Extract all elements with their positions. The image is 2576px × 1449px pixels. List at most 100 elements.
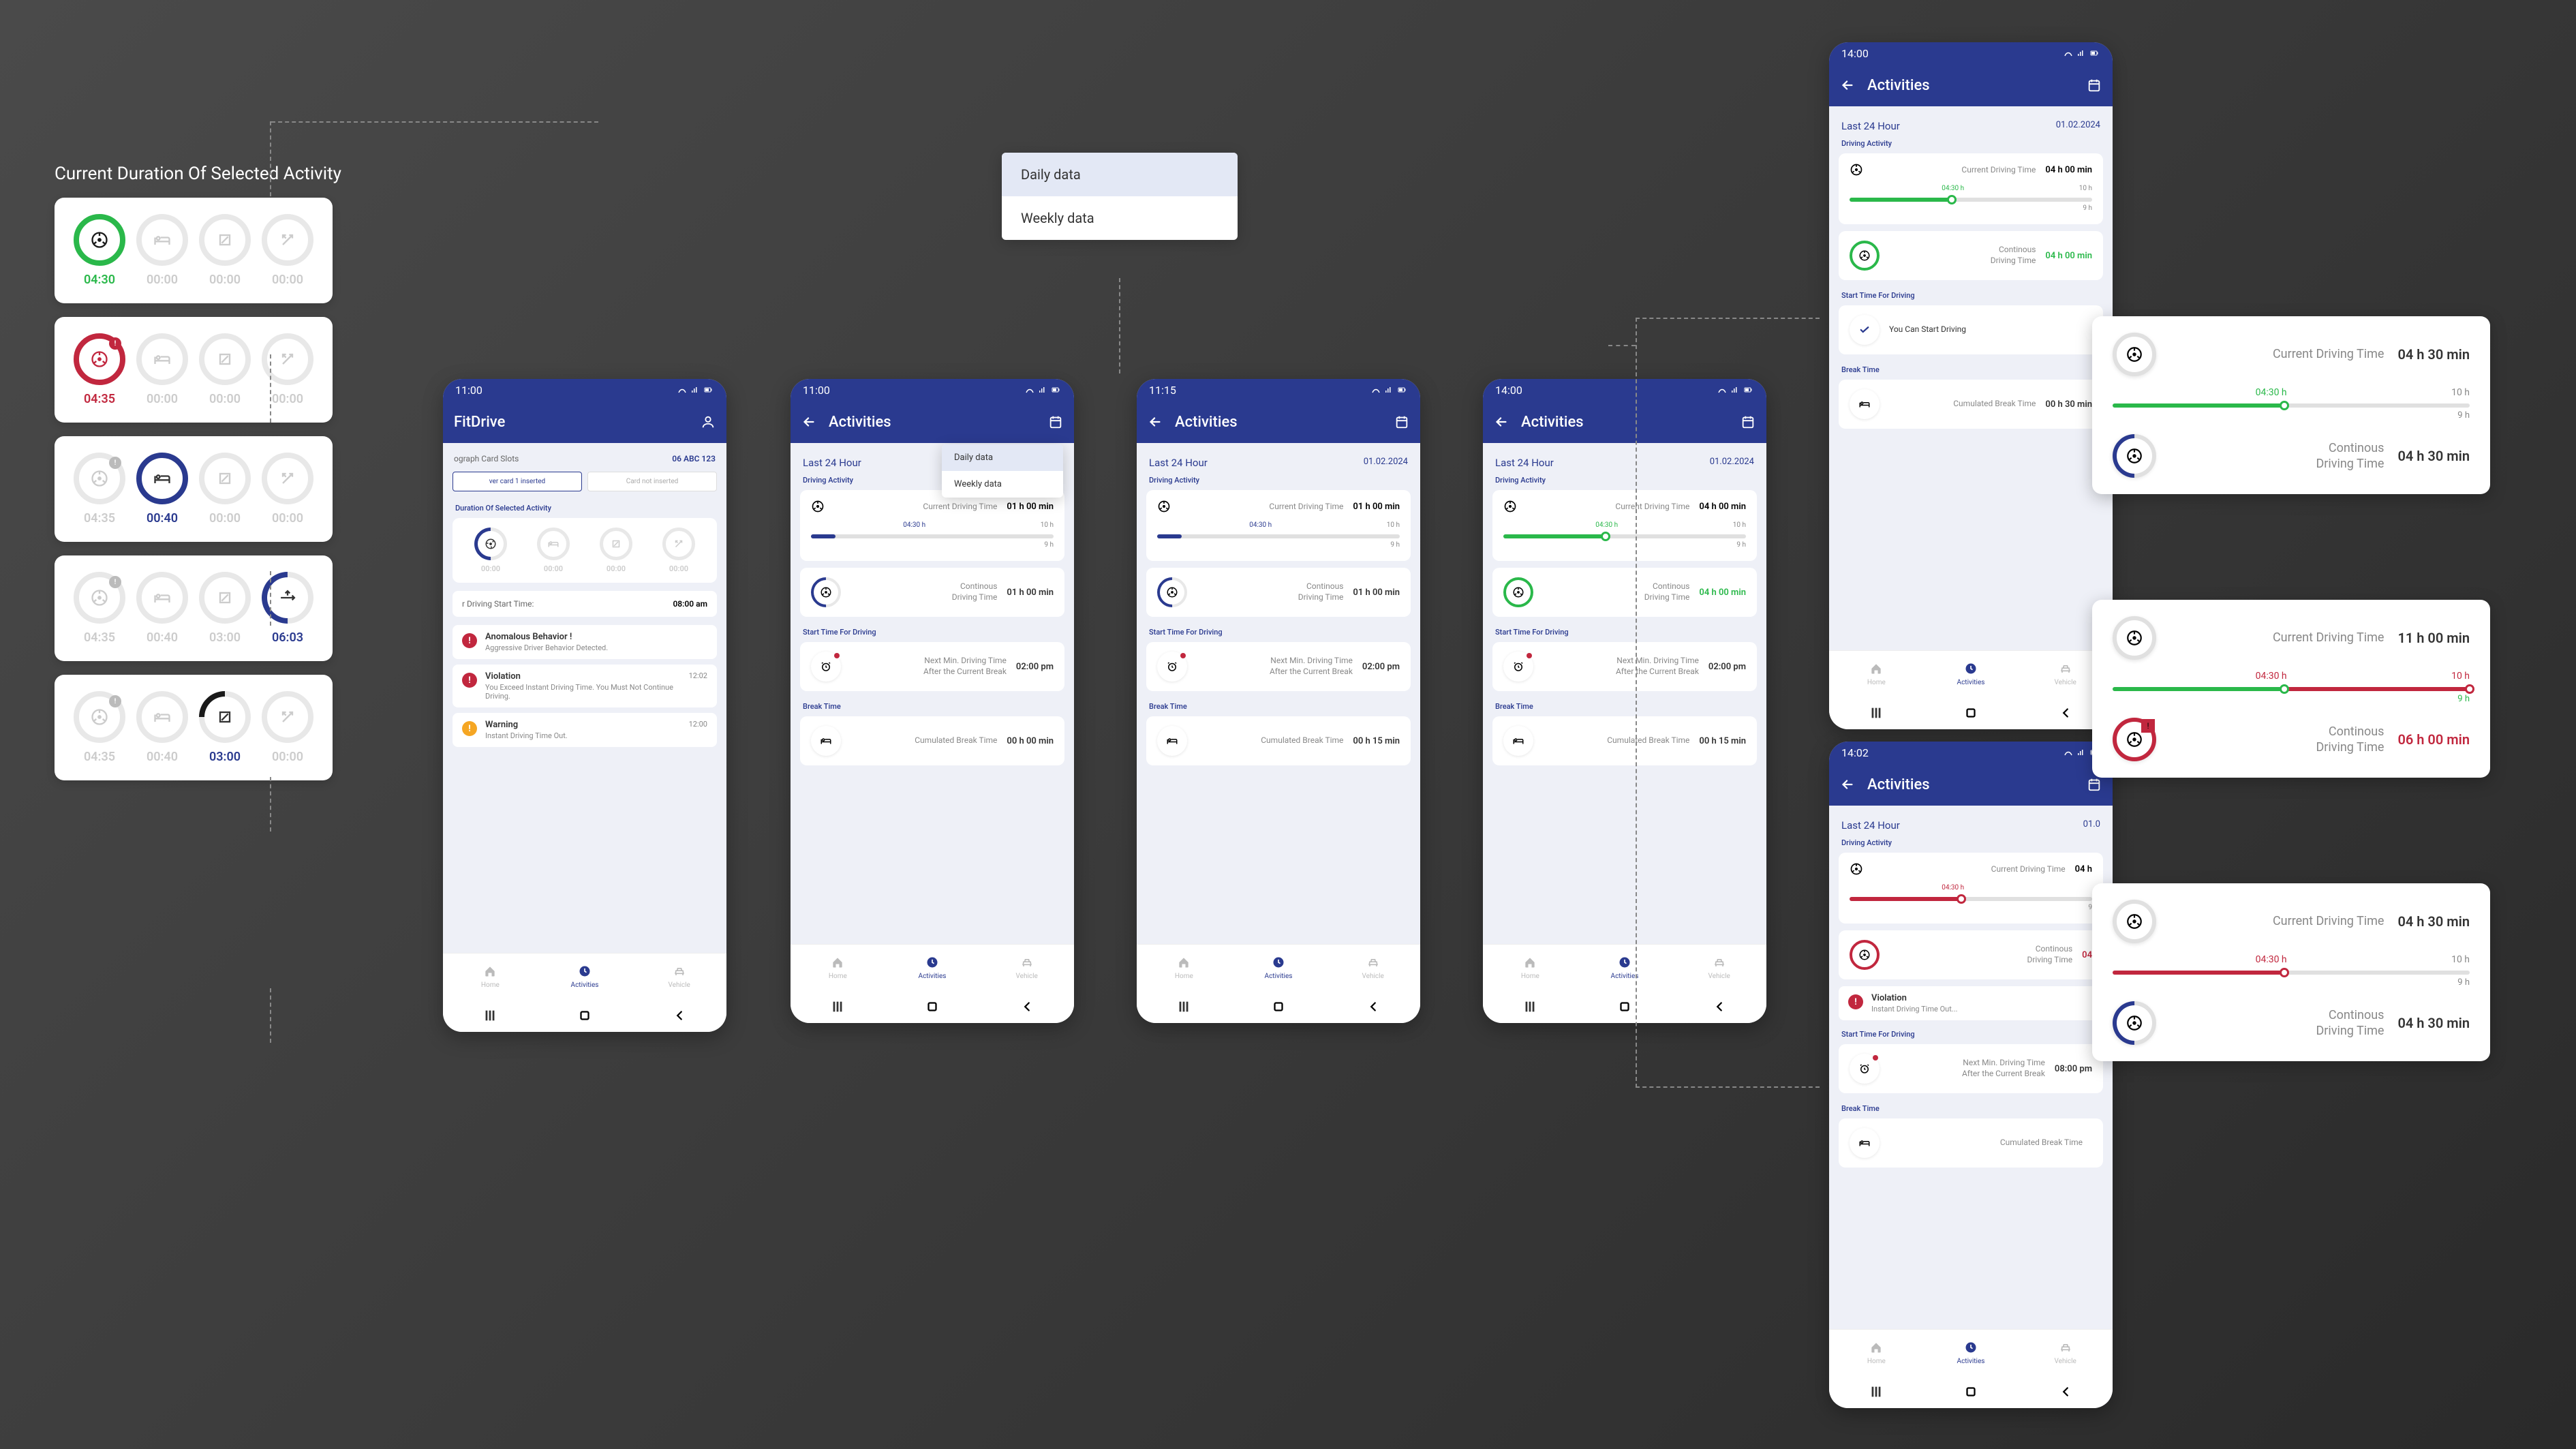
menu-daily[interactable]: Daily data [1002, 153, 1238, 196]
activity-ring [136, 572, 188, 624]
back-button[interactable] [1840, 78, 1855, 93]
slider-track[interactable] [2113, 403, 2470, 408]
tools-icon [277, 348, 298, 370]
nav-vehicle[interactable]: Vehicle [632, 954, 726, 999]
nav-home[interactable]: Home [1829, 1330, 1924, 1375]
nav-vehicle[interactable]: Vehicle [979, 945, 1074, 990]
wheel-icon[interactable] [467, 521, 514, 567]
nav-home[interactable]: Home [443, 954, 538, 999]
calendar-button[interactable] [2087, 78, 2102, 93]
activity-item[interactable]: ! 04:35 [74, 572, 125, 645]
card-slot-1[interactable]: ver card 1 inserted [453, 472, 582, 491]
nav-home[interactable]: Home [1829, 651, 1924, 697]
activity-item[interactable]: 03:00 [199, 691, 251, 764]
activity-item[interactable]: 00:40 [136, 572, 188, 645]
activity-item[interactable]: 04:30 [74, 214, 125, 287]
cdt-label: Current Driving Time [834, 502, 997, 511]
daily-weekly-menu[interactable]: Daily data Weekly data [1002, 153, 1238, 240]
nav-vehicle[interactable]: Vehicle [1672, 945, 1766, 990]
nav-activities[interactable]: Activities [885, 945, 980, 990]
calendar-button[interactable] [1394, 414, 1409, 429]
slider-track[interactable] [2113, 687, 2470, 691]
activity-item[interactable]: 00:00 [262, 214, 313, 287]
tools-icon[interactable] [662, 528, 695, 560]
nav-home[interactable]: Home [1137, 945, 1231, 990]
back-button[interactable] [1019, 999, 1034, 1014]
slider-track[interactable] [1503, 534, 1746, 538]
nav-activities[interactable]: Activities [1924, 1330, 2019, 1375]
recents-button[interactable] [482, 1008, 497, 1023]
activity-ring [199, 333, 251, 385]
activity-item[interactable]: 00:00 [136, 333, 188, 406]
activity-item[interactable]: ! 04:35 [74, 453, 125, 525]
menu-daily[interactable]: Daily data [942, 444, 1063, 471]
square-icon[interactable] [600, 528, 632, 560]
calendar-button[interactable] [2087, 777, 2102, 792]
back-button[interactable] [1712, 999, 1727, 1014]
daily-weekly-menu-inline[interactable]: Daily data Weekly data [942, 444, 1063, 498]
violation-row[interactable]: ! ViolationInstant Driving Time Out... [1839, 986, 2103, 1020]
cum-break-row: Cumulated Break Time 00 h 15 min [1146, 716, 1411, 765]
alert-row[interactable]: ! WarningInstant Driving Time Out. 12:00 [453, 713, 717, 747]
home-button[interactable] [1963, 1384, 1978, 1399]
nav-vehicle[interactable]: Vehicle [2018, 1330, 2113, 1375]
activity-item[interactable]: ! 04:35 [74, 333, 125, 406]
recents-button[interactable] [830, 999, 845, 1014]
slider-track[interactable] [2113, 971, 2470, 975]
activity-item[interactable]: 00:40 [136, 691, 188, 764]
slider-track[interactable] [811, 534, 1054, 538]
back-button[interactable] [2058, 705, 2073, 720]
activity-item[interactable]: 00:00 [262, 453, 313, 525]
activity-item[interactable]: 00:40 [136, 453, 188, 525]
recents-button[interactable] [1176, 999, 1191, 1014]
activity-item[interactable]: ! 04:35 [74, 691, 125, 764]
home-button[interactable] [925, 999, 940, 1014]
back-button[interactable] [1366, 999, 1381, 1014]
nav-activities[interactable]: Activities [1578, 945, 1672, 990]
menu-weekly[interactable]: Weekly data [1002, 196, 1238, 240]
activity-item[interactable]: 00:00 [199, 453, 251, 525]
nav-vehicle[interactable]: Vehicle [1325, 945, 1420, 990]
menu-weekly[interactable]: Weekly data [942, 471, 1063, 498]
app-bar: Activities [1829, 763, 2113, 806]
status-icons [1371, 386, 1408, 394]
activity-item[interactable]: 00:00 [199, 333, 251, 406]
activity-item[interactable]: 00:00 [199, 214, 251, 287]
nav-home[interactable]: Home [791, 945, 885, 990]
slider-track[interactable] [1850, 198, 2092, 202]
recents-button[interactable] [1869, 1384, 1884, 1399]
activity-item[interactable]: 00:00 [262, 691, 313, 764]
home-button[interactable] [577, 1008, 592, 1023]
calendar-button[interactable] [1048, 414, 1063, 429]
back-button[interactable] [1840, 777, 1855, 792]
plate-text: 06 ABC 123 [672, 454, 716, 463]
profile-button[interactable] [701, 414, 716, 429]
bed-icon [1157, 726, 1187, 756]
nav-activities[interactable]: Activities [1924, 651, 2019, 697]
back-button[interactable] [1148, 414, 1163, 429]
back-button[interactable] [801, 414, 816, 429]
slider-track[interactable] [1850, 897, 2092, 901]
back-button[interactable] [2058, 1384, 2073, 1399]
activity-item[interactable]: 00:00 [136, 214, 188, 287]
activity-ring [74, 214, 125, 266]
card-slot-2[interactable]: Card not inserted [587, 472, 717, 491]
recents-button[interactable] [1869, 705, 1884, 720]
home-button[interactable] [1617, 999, 1632, 1014]
bed-icon[interactable] [537, 528, 570, 560]
nav-activities[interactable]: Activities [1231, 945, 1326, 990]
nav-activities[interactable]: Activities [538, 954, 632, 999]
calendar-button[interactable] [1741, 414, 1755, 429]
alert-row[interactable]: ! ViolationYou Exceed Instant Driving Ti… [453, 665, 717, 707]
nav-home[interactable]: Home [1483, 945, 1578, 990]
home-button[interactable] [1271, 999, 1286, 1014]
activity-item[interactable]: 03:00 [199, 572, 251, 645]
back-button[interactable] [672, 1008, 687, 1023]
bottom-nav: Home Activities Vehicle [791, 944, 1074, 990]
back-button[interactable] [1494, 414, 1509, 429]
recents-button[interactable] [1522, 999, 1537, 1014]
app-bar-title: Activities [1867, 77, 1930, 94]
home-button[interactable] [1963, 705, 1978, 720]
alert-row[interactable]: ! Anomalous Behavior !Aggressive Driver … [453, 625, 717, 659]
slider-track[interactable] [1157, 534, 1400, 538]
